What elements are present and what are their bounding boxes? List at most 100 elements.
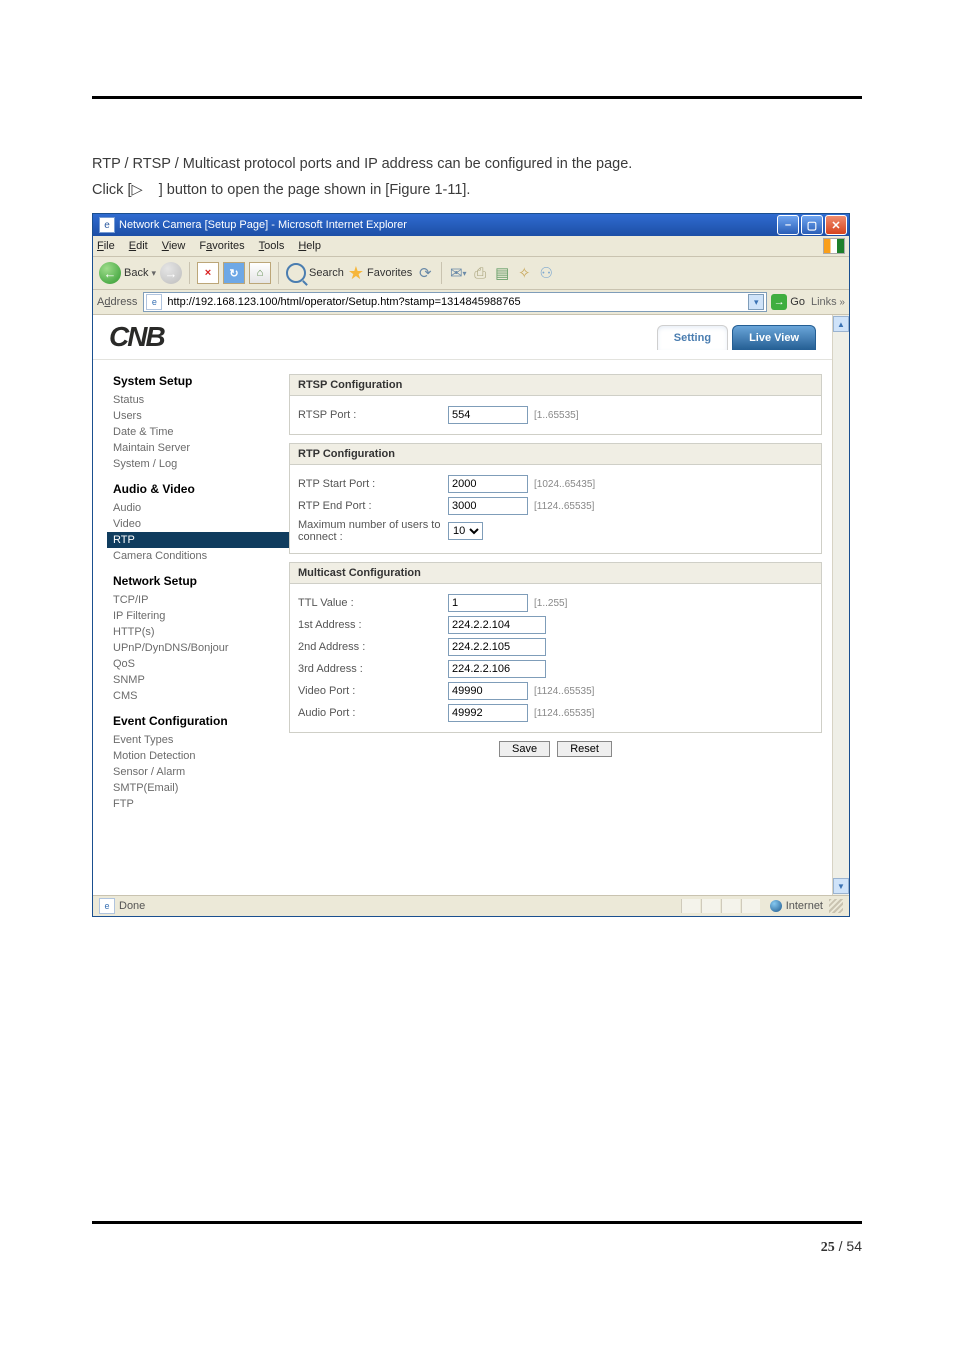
rtp-end-input[interactable] [448, 497, 528, 515]
rtp-end-label: RTP End Port : [298, 500, 448, 512]
resize-grip-icon[interactable] [829, 899, 843, 913]
intro-text: RTP / RTSP / Multicast protocol ports an… [92, 151, 862, 203]
rtsp-port-hint: [1..65535] [534, 410, 578, 421]
rtp-start-input[interactable] [448, 475, 528, 493]
tab-live-view[interactable]: Live View [732, 325, 816, 350]
mc-vp-hint: [1124..65535] [534, 686, 594, 697]
mc-a1-label: 1st Address : [298, 619, 448, 631]
mail-icon[interactable]: ✉▾ [449, 264, 467, 282]
refresh-button[interactable]: ↻ [223, 262, 245, 284]
favorites-button[interactable]: ★Favorites [348, 263, 412, 284]
menu-help[interactable]: Help [298, 240, 321, 252]
discuss-icon[interactable]: ✧ [515, 264, 533, 282]
nav-upnp[interactable]: UPnP/DynDNS/Bonjour [113, 640, 289, 656]
status-bar: e Done Internet [93, 895, 849, 916]
menu-favorites[interactable]: Favorites [199, 240, 244, 252]
section-rtp: RTP Configuration RTP Start Port : [1024… [289, 443, 822, 554]
menu-tools[interactable]: Tools [259, 240, 285, 252]
nav-rtp[interactable]: RTP [107, 532, 289, 548]
save-button[interactable]: Save [499, 741, 550, 757]
intro-line1: RTP / RTSP / Multicast protocol ports an… [92, 151, 862, 177]
nav-sensor[interactable]: Sensor / Alarm [113, 764, 289, 780]
mc-a3-input[interactable] [448, 660, 546, 678]
rtsp-header: RTSP Configuration [290, 375, 821, 396]
mc-a2-input[interactable] [448, 638, 546, 656]
address-dropdown-icon[interactable]: ▾ [748, 294, 764, 310]
nav-http[interactable]: HTTP(s) [113, 624, 289, 640]
mc-ap-hint: [1124..65535] [534, 708, 594, 719]
history-icon[interactable]: ⟳ [416, 264, 434, 282]
rtsp-port-input[interactable] [448, 406, 528, 424]
nav-syslog[interactable]: System / Log [113, 456, 289, 472]
nav-group-event: Event Configuration [113, 714, 289, 728]
stop-button[interactable]: × [197, 262, 219, 284]
config-panel: RTSP Configuration RTSP Port : [1..65535… [289, 374, 832, 895]
action-buttons: Save Reset [289, 741, 822, 757]
internet-zone-icon [770, 900, 782, 912]
forward-icon: → [160, 262, 182, 284]
nav-snmp[interactable]: SNMP [113, 672, 289, 688]
home-icon: ⌂ [257, 267, 264, 279]
mc-ttl-input[interactable] [448, 594, 528, 612]
messenger-icon[interactable]: ⚇ [537, 264, 555, 282]
maximize-button[interactable]: ▢ [801, 215, 823, 235]
status-zone: Internet [786, 900, 823, 912]
nav-status[interactable]: Status [113, 392, 289, 408]
menu-view[interactable]: View [162, 240, 186, 252]
mc-vp-input[interactable] [448, 682, 528, 700]
nav-audio[interactable]: Audio [113, 500, 289, 516]
nav-cms[interactable]: CMS [113, 688, 289, 704]
vertical-scrollbar[interactable]: ▲ ▼ [832, 315, 849, 895]
minimize-button[interactable]: – [777, 215, 799, 235]
scroll-down-icon[interactable]: ▼ [833, 878, 849, 894]
back-icon: ← [99, 262, 121, 284]
home-button[interactable]: ⌂ [249, 262, 271, 284]
nav-group-network: Network Setup [113, 574, 289, 588]
nav-motion[interactable]: Motion Detection [113, 748, 289, 764]
forward-button[interactable]: → [160, 262, 182, 284]
tab-setting[interactable]: Setting [657, 325, 728, 350]
close-button[interactable]: ✕ [825, 215, 847, 235]
menu-edit[interactable]: Edit [129, 240, 148, 252]
address-field[interactable]: e ▾ [143, 292, 767, 312]
star-icon: ★ [348, 263, 364, 284]
reset-button[interactable]: Reset [557, 741, 612, 757]
nav-video[interactable]: Video [113, 516, 289, 532]
page-icon: e [146, 294, 162, 310]
rtp-max-select[interactable]: 10 [448, 522, 483, 540]
mc-a1-input[interactable] [448, 616, 546, 634]
nav-tcpip[interactable]: TCP/IP [113, 592, 289, 608]
page-content: CNB Setting Live View System Setup Statu… [93, 315, 849, 895]
print-icon[interactable]: ⎙ [471, 264, 489, 282]
links-button[interactable]: Links [811, 296, 845, 308]
nav-smtp[interactable]: SMTP(Email) [113, 780, 289, 796]
go-button[interactable]: → Go [771, 294, 805, 310]
menu-bar: File Edit View Favorites Tools Help [93, 236, 849, 257]
nav-users[interactable]: Users [113, 408, 289, 424]
nav-datetime[interactable]: Date & Time [113, 424, 289, 440]
nav-maintain[interactable]: Maintain Server [113, 440, 289, 456]
mc-a2-label: 2nd Address : [298, 641, 448, 653]
edit-icon[interactable]: ▤ [493, 264, 511, 282]
nav-ftp[interactable]: FTP [113, 796, 289, 812]
menu-file[interactable]: File [97, 240, 115, 252]
back-button[interactable]: ← Back ▾ [99, 262, 156, 284]
scroll-up-icon[interactable]: ▲ [833, 316, 849, 332]
nav-event-types[interactable]: Event Types [113, 732, 289, 748]
rtp-max-label: Maximum number of users to connect : [298, 519, 448, 543]
nav-ipfilter[interactable]: IP Filtering [113, 608, 289, 624]
toolbar: ← Back ▾ → × ↻ ⌂ Search ★Favorites ⟳ ✉▾ … [93, 257, 849, 290]
address-input[interactable] [165, 294, 748, 311]
address-bar: Address e ▾ → Go Links [93, 290, 849, 315]
status-page-icon: e [99, 898, 115, 914]
nav-camera[interactable]: Camera Conditions [113, 548, 289, 564]
nav-qos[interactable]: QoS [113, 656, 289, 672]
mc-ap-input[interactable] [448, 704, 528, 722]
title-bar[interactable]: e Network Camera [Setup Page] - Microsof… [93, 214, 849, 236]
rtp-start-hint: [1024..65435] [534, 479, 595, 490]
search-button[interactable]: Search [286, 263, 344, 283]
intro-line2: Click [▷ ] button to open the page shown… [92, 177, 862, 203]
rtp-header: RTP Configuration [290, 444, 821, 465]
nav-group-av: Audio & Video [113, 482, 289, 496]
rtp-start-label: RTP Start Port : [298, 478, 448, 490]
